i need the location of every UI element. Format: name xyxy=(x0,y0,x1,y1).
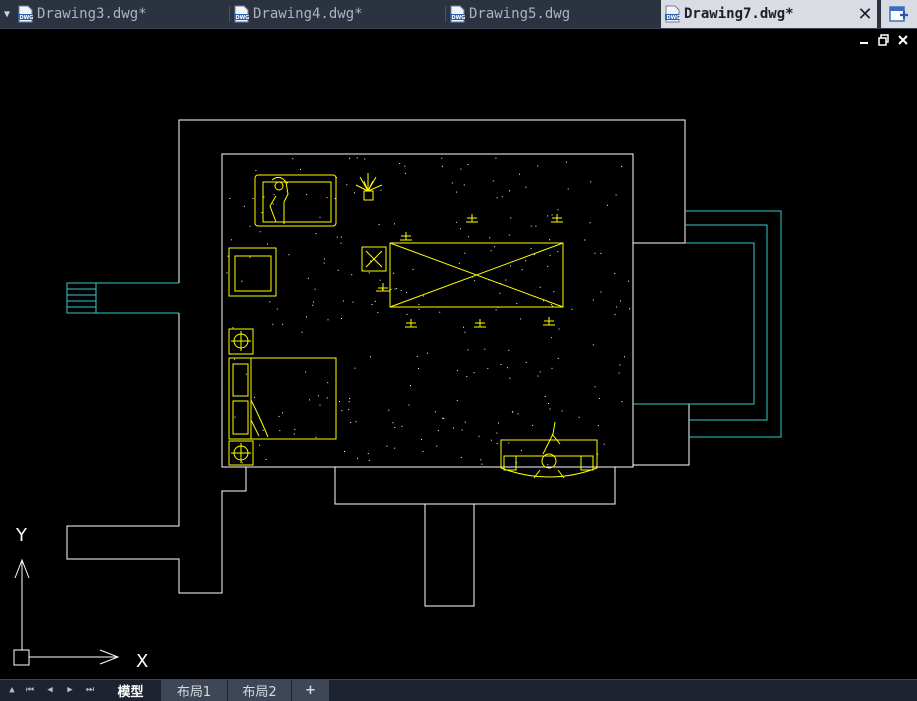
tab-layout2[interactable]: 布局2 xyxy=(228,680,292,701)
svg-text:DWG: DWG xyxy=(452,15,466,21)
layout-tab-bar: ▲ ⏮ ◀ ▶ ⏭ 模型 布局1 布局2 + xyxy=(0,679,917,701)
tab-drawing4[interactable]: DWG Drawing4.dwg* xyxy=(230,0,446,28)
first-layout-button[interactable]: ⏮ xyxy=(22,682,38,698)
dining-table xyxy=(361,242,564,308)
plus-icon: + xyxy=(305,683,316,698)
last-icon: ⏭ xyxy=(85,685,95,695)
tab-label: Drawing4.dwg* xyxy=(253,6,363,22)
prev-icon: ◀ xyxy=(47,685,53,695)
tab-label: 布局1 xyxy=(176,685,212,700)
tab-label: Drawing7.dwg* xyxy=(684,6,794,22)
prev-layout-button[interactable]: ◀ xyxy=(42,682,58,698)
tab-drawing3[interactable]: DWG Drawing3.dwg* xyxy=(14,0,230,28)
potted-plant xyxy=(355,173,383,201)
dwg-file-icon: DWG xyxy=(450,5,465,23)
sofa-with-person xyxy=(500,421,598,479)
bed xyxy=(228,328,337,466)
add-layout-button[interactable]: + xyxy=(292,680,330,701)
dwg-file-icon: DWG xyxy=(665,5,680,23)
next-layout-button[interactable]: ▶ xyxy=(62,682,78,698)
svg-text:DWG: DWG xyxy=(667,15,681,21)
document-tab-bar: ▼ DWG Drawing3.dwg* DWG Drawing4.dwg* DW… xyxy=(0,0,917,29)
dwg-file-icon: DWG xyxy=(234,5,249,23)
close-icon: ✕ xyxy=(857,3,873,25)
ucs-x-label: X xyxy=(136,651,148,672)
tab-model[interactable]: 模型 xyxy=(101,680,161,701)
tab-drawing5[interactable]: DWG Drawing5.dwg xyxy=(446,0,661,28)
armchair xyxy=(228,247,277,297)
floor-hatch xyxy=(226,157,631,466)
tab-label: Drawing3.dwg* xyxy=(37,6,147,22)
new-tab-button[interactable] xyxy=(881,0,917,28)
furniture xyxy=(228,173,598,479)
tab-layout1[interactable]: 布局1 xyxy=(161,680,228,701)
last-layout-button[interactable]: ⏭ xyxy=(82,682,98,698)
triangle-down-icon: ▼ xyxy=(3,8,11,20)
tab-label: 布局2 xyxy=(242,685,277,700)
drawing-canvas[interactable]: Y X xyxy=(0,29,917,679)
tab-label: 模型 xyxy=(117,685,144,700)
close-tab-button[interactable]: ✕ xyxy=(853,0,877,28)
dwg-file-icon: DWG xyxy=(18,5,33,23)
ucs-icon xyxy=(13,558,120,666)
scroll-left-button[interactable]: ▲ xyxy=(4,682,20,698)
first-icon: ⏮ xyxy=(25,685,35,695)
next-icon: ▶ xyxy=(67,685,73,695)
triangle-up-icon: ▲ xyxy=(9,685,15,695)
ucs-y-label: Y xyxy=(15,525,28,546)
tab-drawing7[interactable]: DWG Drawing7.dwg* xyxy=(661,0,853,28)
tab-label: Drawing5.dwg xyxy=(469,6,571,22)
armchair-with-person xyxy=(254,174,337,227)
balcony-lines xyxy=(66,210,782,438)
svg-text:DWG: DWG xyxy=(236,15,250,21)
dining-chairs xyxy=(376,214,563,328)
walls xyxy=(66,119,690,607)
tab-list-menu[interactable]: ▼ xyxy=(0,0,14,28)
svg-text:DWG: DWG xyxy=(20,15,34,21)
new-tab-icon xyxy=(889,6,908,22)
